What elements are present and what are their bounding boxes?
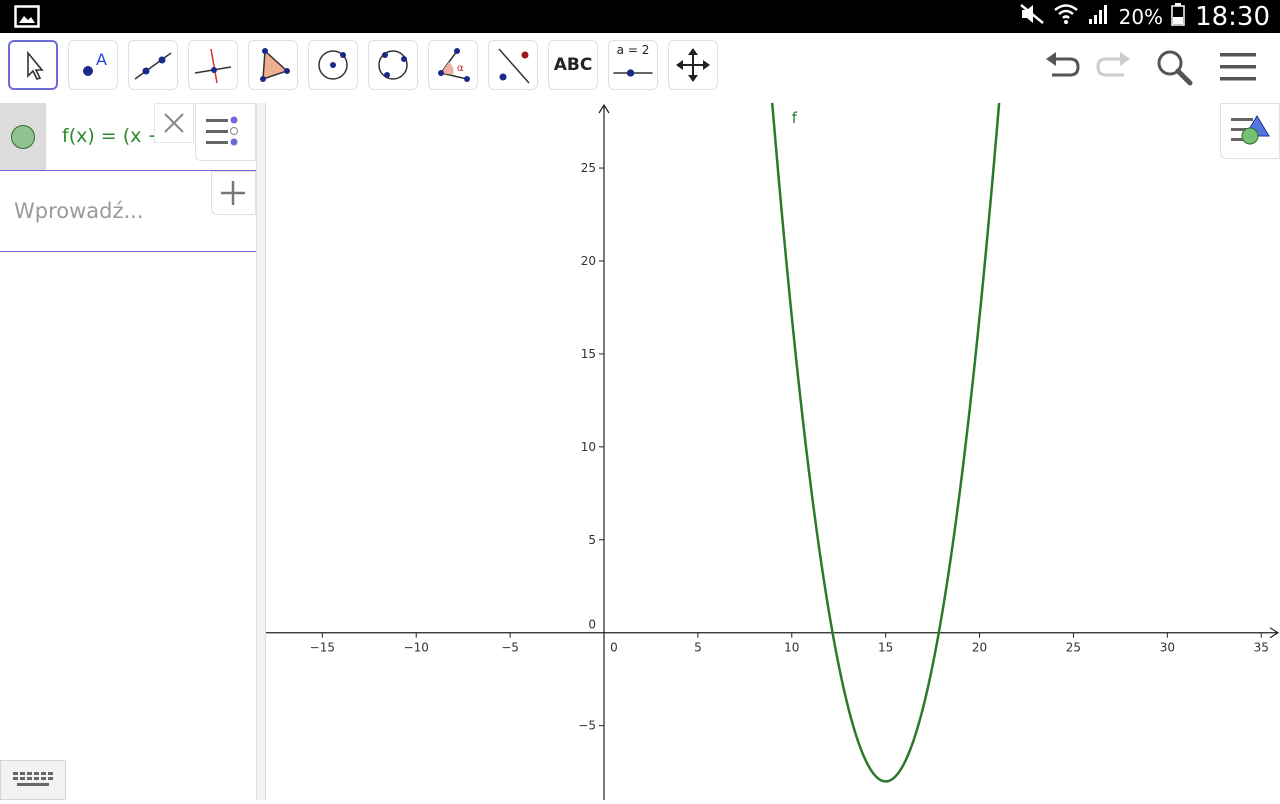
visibility-dot-icon [11, 125, 35, 149]
circle-center-icon [318, 50, 348, 80]
redo-icon [1096, 52, 1130, 77]
keyboard-button[interactable] [0, 760, 66, 800]
x-tick-label: 0 [610, 641, 618, 655]
algebra-menu-button[interactable] [195, 103, 256, 161]
x-tick-label: 5 [694, 641, 702, 655]
panel-divider[interactable] [256, 103, 266, 800]
x-tick-label: 30 [1160, 641, 1175, 655]
x-tick-label: 15 [878, 641, 893, 655]
y-tick-label: 15 [581, 347, 596, 361]
y-tick-label: 25 [581, 161, 596, 175]
algebra-item-f[interactable]: f(x) = (x − 15)² − 8 [0, 103, 256, 170]
x-tick-label: 35 [1254, 641, 1269, 655]
search-button[interactable] [1152, 45, 1196, 89]
text-tool[interactable]: ABC [548, 40, 598, 90]
search-icon [1157, 50, 1193, 86]
close-icon [164, 113, 184, 133]
toolbar: A α ABC a = 2 [0, 33, 1280, 104]
undo-button[interactable] [1040, 45, 1084, 89]
y-tick-label: 20 [581, 254, 596, 268]
gallery-icon [14, 5, 40, 28]
status-bar: 20% 18:30 [0, 0, 1280, 33]
slider-tool-label: a = 2 [616, 43, 650, 57]
redo-button[interactable] [1092, 45, 1136, 89]
curve-label-f: f [792, 109, 798, 127]
circle-three-points-tool[interactable] [368, 40, 418, 90]
reflect-icon [498, 48, 530, 84]
arrow-icon [27, 50, 44, 80]
x-tick-label: −10 [404, 641, 429, 655]
svg-text:A: A [96, 50, 107, 69]
keyboard-icon [13, 772, 53, 786]
input-placeholder[interactable]: Wprowadź... [14, 199, 144, 223]
angle-tool[interactable]: α [428, 40, 478, 90]
close-button[interactable] [154, 103, 194, 143]
graphics-view[interactable]: −15 −10 −5 0 5 10 15 20 25 30 35 −5 0 5 10 15 20 25 f [266, 103, 1280, 800]
clock: 18:30 [1195, 1, 1270, 32]
battery-percent: 20% [1118, 4, 1164, 29]
line-icon [134, 52, 172, 80]
graph-canvas[interactable]: −15 −10 −5 0 5 10 15 20 25 30 35 −5 0 5 10 15 20 25 f [266, 103, 1280, 800]
signal-icon [1087, 2, 1111, 31]
x-tick-label: 25 [1066, 641, 1081, 655]
perpendicular-icon [194, 48, 232, 84]
svg-text:α: α [457, 63, 464, 74]
move-tool[interactable] [8, 40, 58, 90]
x-tick-label: 10 [784, 641, 799, 655]
plus-icon [221, 181, 245, 205]
point-tool[interactable]: A [68, 40, 118, 90]
y-tick-label: 5 [588, 533, 596, 547]
add-button[interactable] [211, 171, 256, 215]
point-icon: A [83, 50, 107, 76]
slider-tool[interactable]: a = 2 [608, 40, 658, 90]
algebra-panel: f(x) = (x − 15)² − 8 Wprowadź... [0, 103, 256, 800]
circle-tool[interactable] [308, 40, 358, 90]
perpendicular-tool[interactable] [188, 40, 238, 90]
algebra-input-row[interactable]: Wprowadź... [0, 170, 256, 252]
function-curve-f [770, 103, 1001, 783]
polygon-icon [260, 48, 290, 82]
x-tick-label: −5 [501, 641, 519, 655]
hamburger-menu-icon [1220, 53, 1256, 81]
battery-icon [1171, 2, 1185, 31]
undo-icon [1046, 52, 1080, 77]
line-tool[interactable] [128, 40, 178, 90]
move-view-icon [676, 48, 710, 82]
y-tick-label: 0 [588, 618, 596, 632]
wifi-icon [1053, 2, 1079, 31]
text-tool-label: ABC [553, 55, 593, 75]
graphics-style-button[interactable] [1220, 103, 1280, 159]
list-options-icon [206, 116, 238, 146]
move-view-tool[interactable] [668, 40, 718, 90]
mute-icon [1019, 2, 1045, 31]
y-tick-label: −5 [578, 719, 596, 733]
slider-icon [613, 69, 653, 77]
x-tick-label: 20 [972, 641, 987, 655]
y-tick-label: 10 [581, 440, 596, 454]
angle-icon: α [438, 48, 470, 82]
polygon-tool[interactable] [248, 40, 298, 90]
x-tick-label: −15 [310, 641, 335, 655]
reflect-tool[interactable] [488, 40, 538, 90]
visibility-toggle[interactable] [0, 103, 46, 170]
circle-3pt-icon [378, 50, 408, 80]
style-bar-icon [1231, 115, 1270, 145]
main-menu-button[interactable] [1216, 45, 1260, 89]
